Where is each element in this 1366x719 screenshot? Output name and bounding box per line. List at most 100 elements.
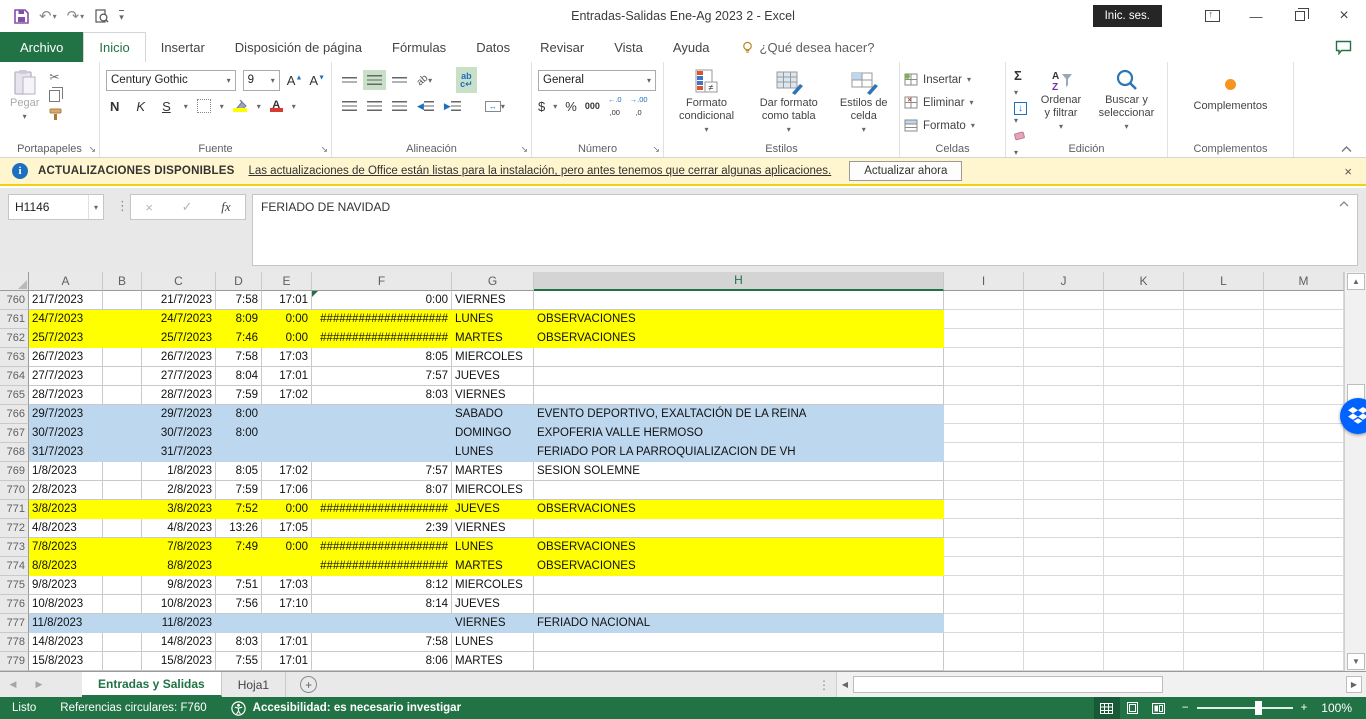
cell-G763[interactable]: MIERCOLES xyxy=(452,348,534,367)
cell-F766[interactable] xyxy=(312,405,452,424)
cell-C765[interactable]: 28/7/2023 xyxy=(142,386,216,405)
cell-F771[interactable]: #################### xyxy=(312,500,452,519)
notification-link[interactable]: Las actualizaciones de Office están list… xyxy=(248,165,831,177)
cell-F774[interactable]: #################### xyxy=(312,557,452,576)
row-header-776[interactable]: 776 xyxy=(0,595,29,614)
cell-I765[interactable] xyxy=(944,386,1024,405)
cell-B761[interactable] xyxy=(103,310,142,329)
restore-button[interactable] xyxy=(1278,0,1322,32)
cell-I775[interactable] xyxy=(944,576,1024,595)
feedback-icon[interactable] xyxy=(1335,40,1352,55)
normal-view-icon[interactable] xyxy=(1094,697,1120,719)
cell-H767[interactable]: EXPOFERIA VALLE HERMOSO xyxy=(534,424,944,443)
cell-E773[interactable]: 0:00 xyxy=(262,538,312,557)
cell-H770[interactable] xyxy=(534,481,944,500)
cell-I762[interactable] xyxy=(944,329,1024,348)
borders-button[interactable] xyxy=(197,99,211,113)
cell-E766[interactable] xyxy=(262,405,312,424)
cell-J778[interactable] xyxy=(1024,633,1104,652)
cell-F760[interactable]: 0:00 xyxy=(312,291,452,310)
cell-D775[interactable]: 7:51 xyxy=(216,576,262,595)
cell-A774[interactable]: 8/8/2023 xyxy=(29,557,103,576)
cell-I761[interactable] xyxy=(944,310,1024,329)
cell-A762[interactable]: 25/7/2023 xyxy=(29,329,103,348)
increase-indent-button[interactable]: ▶ xyxy=(440,96,465,117)
cell-K761[interactable] xyxy=(1104,310,1184,329)
cell-M767[interactable] xyxy=(1264,424,1344,443)
cell-A765[interactable]: 28/7/2023 xyxy=(29,386,103,405)
row-header-760[interactable]: 760 xyxy=(0,291,29,310)
cell-K779[interactable] xyxy=(1104,652,1184,671)
cell-D779[interactable]: 7:55 xyxy=(216,652,262,671)
row-header-770[interactable]: 770 xyxy=(0,481,29,500)
cell-B762[interactable] xyxy=(103,329,142,348)
cell-B765[interactable] xyxy=(103,386,142,405)
cell-K776[interactable] xyxy=(1104,595,1184,614)
zoom-level[interactable]: 100% xyxy=(1317,701,1366,715)
delete-cells-button[interactable]: × Eliminar▾ xyxy=(904,92,974,113)
row-header-765[interactable]: 765 xyxy=(0,386,29,405)
cell-F762[interactable]: #################### xyxy=(312,329,452,348)
cell-G766[interactable]: SABADO xyxy=(452,405,534,424)
cell-M775[interactable] xyxy=(1264,576,1344,595)
sort-filter-button[interactable]: AZ Ordenar y filtrar▾ xyxy=(1032,66,1090,136)
cell-I769[interactable] xyxy=(944,462,1024,481)
cell-A761[interactable]: 24/7/2023 xyxy=(29,310,103,329)
cell-B760[interactable] xyxy=(103,291,142,310)
cell-A768[interactable]: 31/7/2023 xyxy=(29,443,103,462)
cell-M764[interactable] xyxy=(1264,367,1344,386)
cell-K760[interactable] xyxy=(1104,291,1184,310)
cell-F761[interactable]: #################### xyxy=(312,310,452,329)
cell-K777[interactable] xyxy=(1104,614,1184,633)
currency-format-button[interactable]: $ xyxy=(538,99,545,114)
cell-B774[interactable] xyxy=(103,557,142,576)
cell-J771[interactable] xyxy=(1024,500,1104,519)
customize-qat-icon[interactable]: ▾ xyxy=(119,10,124,23)
row-header-767[interactable]: 767 xyxy=(0,424,29,443)
cell-L776[interactable] xyxy=(1184,595,1264,614)
ribbon-tab-f-rmulas[interactable]: Fórmulas xyxy=(377,32,461,62)
italic-button[interactable]: K xyxy=(132,99,149,114)
font-color-button[interactable]: A xyxy=(270,100,283,112)
zoom-in-icon[interactable]: + xyxy=(1301,702,1308,714)
cell-H777[interactable]: FERIADO NACIONAL xyxy=(534,614,944,633)
ribbon-tab-inicio[interactable]: Inicio xyxy=(83,32,145,62)
cell-D776[interactable]: 7:56 xyxy=(216,595,262,614)
cell-L767[interactable] xyxy=(1184,424,1264,443)
row-header-778[interactable]: 778 xyxy=(0,633,29,652)
cell-I766[interactable] xyxy=(944,405,1024,424)
ribbon-display-options-icon[interactable] xyxy=(1190,0,1234,32)
cell-J770[interactable] xyxy=(1024,481,1104,500)
zoom-slider[interactable]: − + xyxy=(1172,702,1317,714)
cell-F769[interactable]: 7:57 xyxy=(312,462,452,481)
cell-L778[interactable] xyxy=(1184,633,1264,652)
cell-F775[interactable]: 8:12 xyxy=(312,576,452,595)
orientation-button[interactable]: ab▾ xyxy=(413,70,436,91)
cell-E771[interactable]: 0:00 xyxy=(262,500,312,519)
cell-E777[interactable] xyxy=(262,614,312,633)
ribbon-tab-archivo[interactable]: Archivo xyxy=(0,32,83,62)
cell-L774[interactable] xyxy=(1184,557,1264,576)
cell-B779[interactable] xyxy=(103,652,142,671)
sheet-tab-entradas-y-salidas[interactable]: Entradas y Salidas xyxy=(82,672,222,697)
addins-button[interactable]: Complementos xyxy=(1188,70,1274,116)
autosum-button[interactable]: Σ ▾ xyxy=(1014,68,1028,98)
cell-D777[interactable] xyxy=(216,614,262,633)
column-header-H[interactable]: H xyxy=(534,272,944,291)
cell-I771[interactable] xyxy=(944,500,1024,519)
row-header-762[interactable]: 762 xyxy=(0,329,29,348)
save-icon[interactable] xyxy=(14,9,29,24)
cell-J779[interactable] xyxy=(1024,652,1104,671)
cell-H760[interactable] xyxy=(534,291,944,310)
cell-L764[interactable] xyxy=(1184,367,1264,386)
cell-B768[interactable] xyxy=(103,443,142,462)
cell-A760[interactable]: 21/7/2023 xyxy=(29,291,103,310)
cell-B775[interactable] xyxy=(103,576,142,595)
cell-D767[interactable]: 8:00 xyxy=(216,424,262,443)
cell-B776[interactable] xyxy=(103,595,142,614)
align-top-button[interactable] xyxy=(338,72,361,89)
bold-button[interactable]: N xyxy=(106,99,123,114)
row-header-777[interactable]: 777 xyxy=(0,614,29,633)
cell-M766[interactable] xyxy=(1264,405,1344,424)
redo-button[interactable]: ↷▾ xyxy=(67,7,85,25)
